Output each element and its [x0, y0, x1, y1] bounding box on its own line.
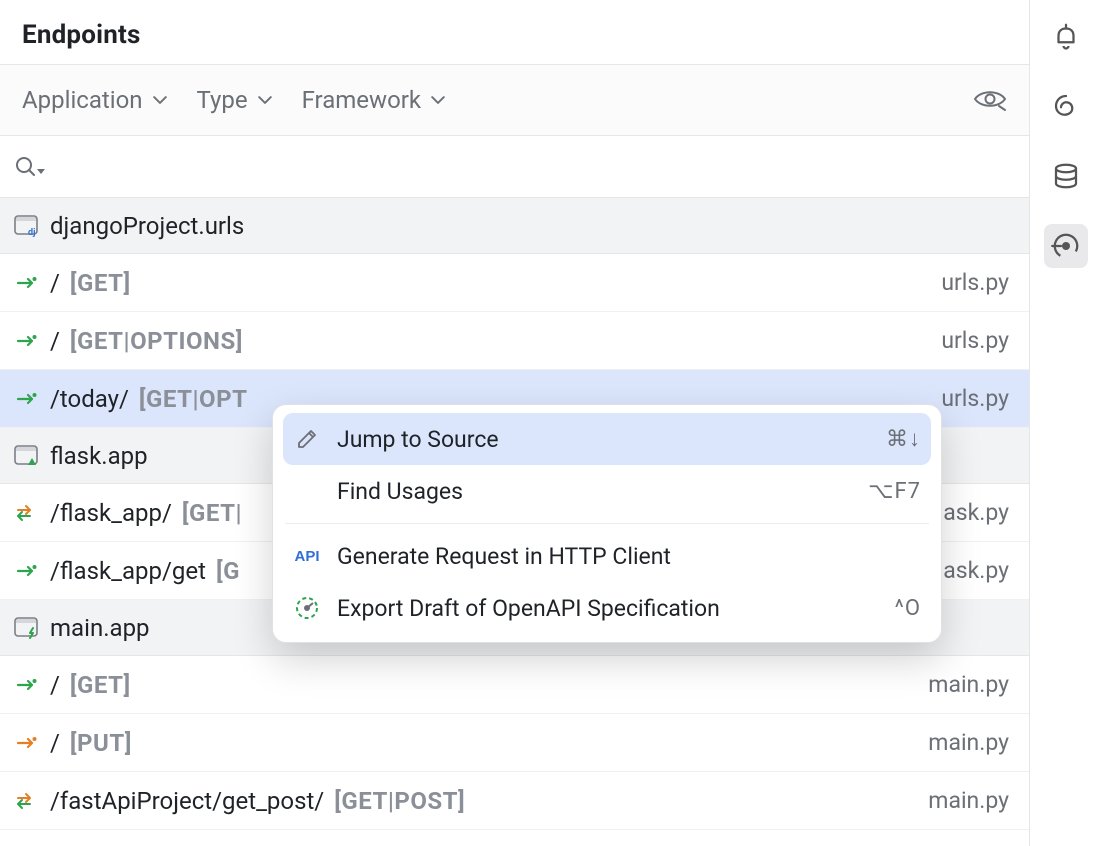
menu-generate-request[interactable]: API Generate Request in HTTP Client [273, 530, 941, 582]
filter-type[interactable]: Type [197, 86, 272, 114]
spiral-icon [1051, 91, 1081, 121]
group-label: main.app [50, 614, 150, 642]
endpoint-mixed-icon [14, 504, 40, 522]
search-input[interactable] [46, 154, 1015, 180]
filter-application[interactable]: Application [22, 86, 167, 114]
endpoint-path: /today/ [50, 385, 129, 413]
filter-type-label: Type [197, 86, 248, 114]
filter-application-label: Application [22, 86, 143, 114]
sidebar-code-with-me[interactable] [1044, 84, 1088, 128]
filter-framework[interactable]: Framework [302, 86, 445, 114]
endpoint-get-icon [14, 390, 40, 408]
flask-file-icon [14, 445, 40, 467]
endpoint-path: /flask_app/get [50, 557, 206, 585]
endpoints-icon [1051, 231, 1081, 261]
page-title: Endpoints [22, 20, 1007, 50]
endpoint-file: urls.py [941, 269, 1015, 296]
endpoint-path: / [50, 269, 60, 297]
sidebar-notifications[interactable] [1044, 14, 1088, 58]
endpoint-mixed-icon [14, 792, 40, 810]
menu-find-usages[interactable]: Find Usages ⌥F7 [273, 465, 941, 517]
endpoint-get-icon [14, 332, 40, 350]
menu-jump-to-source[interactable]: Jump to Source ⌘↓ [283, 413, 931, 465]
endpoint-row[interactable]: / [GET] main.py [0, 656, 1029, 714]
endpoint-path: /flask_app/ [50, 499, 172, 527]
menu-item-label: Generate Request in HTTP Client [337, 543, 671, 570]
bell-icon [1051, 21, 1081, 51]
search-icon [14, 155, 46, 179]
django-file-icon: dj [14, 215, 40, 237]
endpoint-get-icon [14, 562, 40, 580]
chevron-down-icon [153, 93, 167, 107]
endpoint-file: urls.py [941, 327, 1015, 354]
openapi-icon [293, 594, 321, 622]
endpoint-method: [GET|OPTIONS] [70, 327, 243, 355]
menu-item-shortcut: ⌘↓ [886, 426, 921, 452]
database-icon [1051, 161, 1081, 191]
toggle-preview-button[interactable] [973, 88, 1007, 112]
endpoint-file: ask.py [943, 557, 1015, 584]
menu-item-label: Find Usages [337, 478, 463, 505]
endpoint-path: / [50, 327, 60, 355]
endpoint-file: main.py [928, 729, 1015, 756]
filter-framework-label: Framework [302, 86, 421, 114]
endpoint-file: urls.py [941, 385, 1015, 412]
fastapi-file-icon [14, 617, 40, 639]
endpoint-method: [G [216, 557, 240, 585]
endpoint-row[interactable]: /fastApiProject/get_post/ [GET|POST] mai… [0, 772, 1029, 830]
menu-export-openapi[interactable]: Export Draft of OpenAPI Specification ^O [273, 582, 941, 634]
endpoint-method: [GET|OPT [139, 385, 248, 413]
endpoint-method: [GET|POST] [334, 787, 465, 815]
menu-item-label: Jump to Source [337, 426, 499, 453]
group-label: djangoProject.urls [50, 212, 244, 240]
svg-text:dj: dj [28, 228, 35, 237]
endpoint-row[interactable]: / [PUT] main.py [0, 714, 1029, 772]
endpoint-get-icon [14, 676, 40, 694]
pencil-icon [293, 425, 321, 453]
endpoint-file: ask.py [943, 499, 1015, 526]
sidebar-database[interactable] [1044, 154, 1088, 198]
endpoint-path: / [50, 671, 60, 699]
endpoint-method: [PUT] [70, 729, 132, 757]
menu-item-label: Export Draft of OpenAPI Specification [337, 595, 720, 622]
menu-item-shortcut: ⌥F7 [868, 479, 921, 504]
endpoint-path: / [50, 729, 60, 757]
blank-icon [293, 477, 321, 505]
endpoint-path: /fastApiProject/get_post/ [50, 787, 324, 815]
chevron-down-icon [258, 93, 272, 107]
api-icon: API [293, 542, 321, 570]
menu-separator [285, 523, 929, 524]
endpoint-get-icon [14, 274, 40, 292]
chevron-down-icon [431, 93, 445, 107]
endpoint-file: main.py [928, 787, 1015, 814]
endpoint-method: [GET] [70, 269, 131, 297]
endpoint-file: main.py [928, 671, 1015, 698]
endpoint-put-icon [14, 734, 40, 752]
endpoint-row[interactable]: / [GET|OPTIONS] urls.py [0, 312, 1029, 370]
context-menu: Jump to Source ⌘↓ Find Usages ⌥F7 API Ge… [272, 404, 942, 643]
sidebar-endpoints[interactable] [1044, 224, 1088, 268]
endpoint-method: [GET] [70, 671, 131, 699]
endpoint-method: [GET| [182, 499, 242, 527]
group-header[interactable]: dj djangoProject.urls [0, 198, 1029, 254]
group-label: flask.app [50, 442, 148, 470]
endpoint-row[interactable]: / [GET] urls.py [0, 254, 1029, 312]
menu-item-shortcut: ^O [895, 596, 921, 621]
